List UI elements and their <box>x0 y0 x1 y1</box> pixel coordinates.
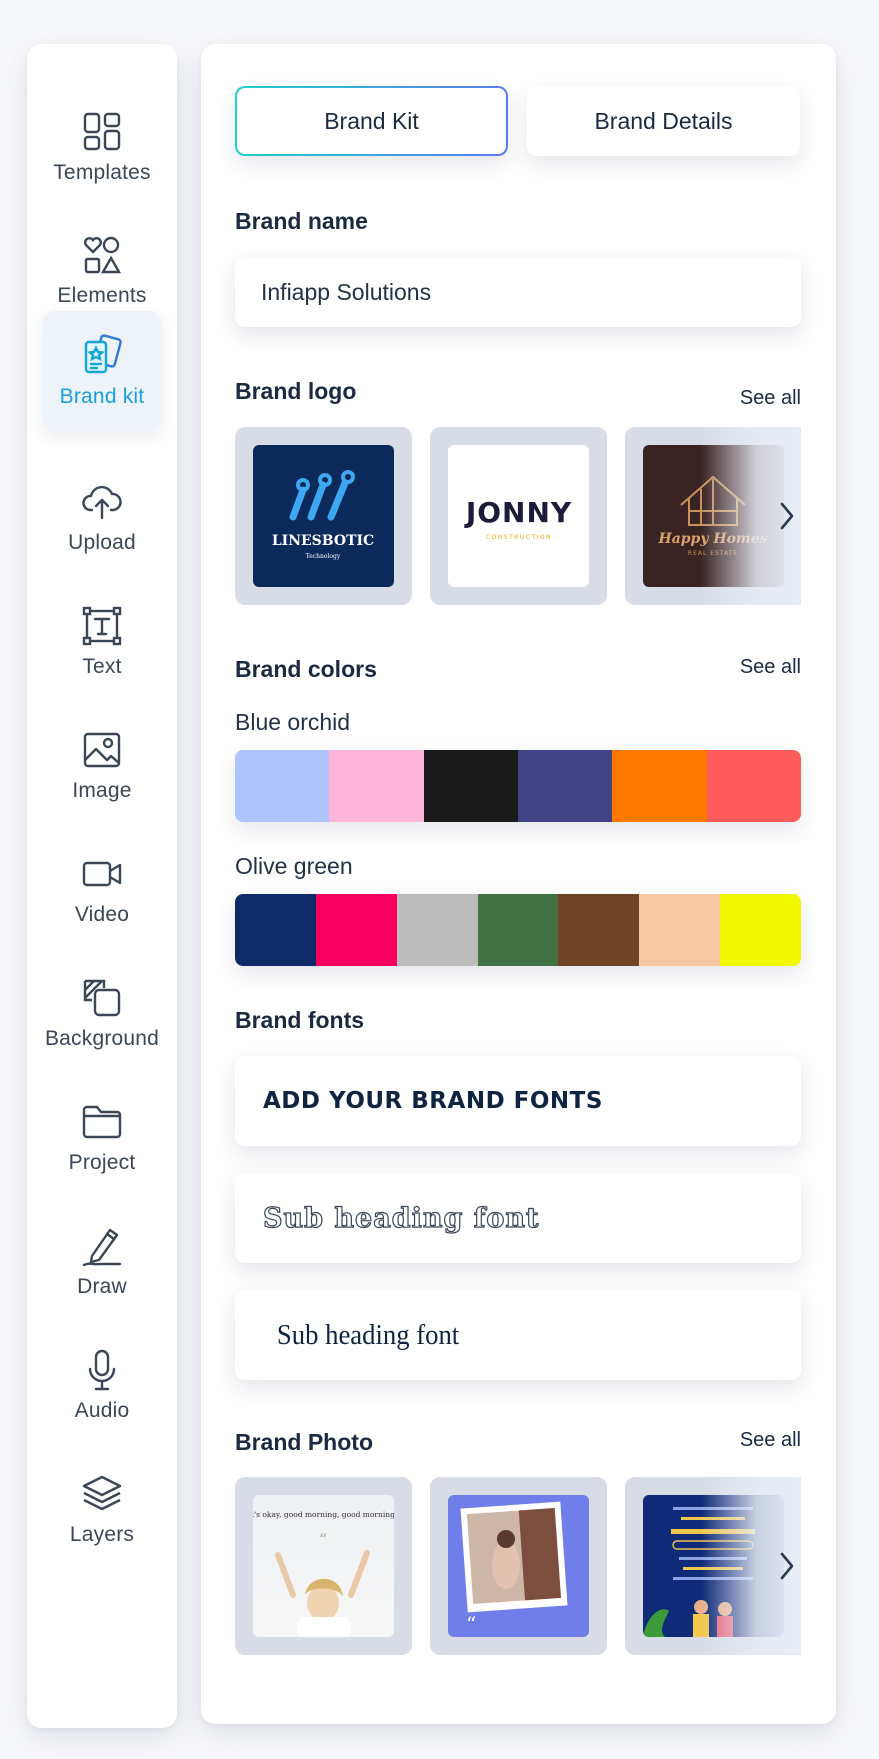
brand-kit-icon <box>79 333 125 379</box>
brand-colors-see-all[interactable]: See all <box>740 656 801 679</box>
brand-logo-tile[interactable]: JONNY CONSTRUCTION <box>430 427 607 605</box>
layers-icon <box>79 1471 125 1517</box>
photo-window-woman: “ <box>448 1495 589 1637</box>
color-swatch[interactable] <box>706 750 801 822</box>
brand-name-title: Brand name <box>235 208 368 234</box>
sidebar-item-label: Brand kit <box>59 385 145 408</box>
brand-photo-title: Brand Photo <box>235 1429 373 1455</box>
sidebar-item-label: Templates <box>53 161 151 184</box>
brand-colors-title: Brand colors <box>235 656 377 682</box>
sidebar-item-label: Audio <box>74 1399 130 1422</box>
brand-photo-tile[interactable]: “ <box>430 1477 607 1655</box>
sidebar-item-label: Project <box>68 1151 136 1174</box>
sidebar-item-label: Elements <box>57 284 147 307</box>
brand-photo-carousel: It's okay, good morning, good morning! “ <box>235 1477 801 1655</box>
color-swatch[interactable] <box>517 750 613 822</box>
color-swatch[interactable] <box>329 750 424 822</box>
color-swatch[interactable] <box>558 894 640 966</box>
svg-text:“: “ <box>466 1612 476 1636</box>
brand-kit-panel: Brand Kit Brand Details Brand name Infia… <box>201 44 836 1724</box>
color-swatch[interactable] <box>639 894 721 966</box>
color-swatch[interactable] <box>235 750 330 822</box>
color-swatch[interactable] <box>315 894 397 966</box>
svg-text:It's okay, good morning, good: It's okay, good morning, good morning! <box>253 1510 394 1519</box>
brand-logo-carousel: LINESBOTIC Technology JONNY CONSTRUCTION <box>235 427 801 605</box>
brand-logo-see-all[interactable]: See all <box>740 387 801 410</box>
brand-font-subheading[interactable]: Sub heading font <box>235 1173 801 1263</box>
tab-brand-details[interactable]: Brand Details <box>527 86 800 156</box>
sidebar-item-layers[interactable]: Layers <box>43 1450 161 1568</box>
color-swatch[interactable] <box>396 894 478 966</box>
sidebar-item-image[interactable]: Image <box>43 706 161 824</box>
sidebar-item-video[interactable]: Video <box>43 830 161 948</box>
sidebar-item-label: Background <box>44 1027 160 1050</box>
font-sample: Sub heading font <box>262 1202 540 1234</box>
svg-text:“: “ <box>319 1530 327 1549</box>
sidebar-item-label: Text <box>82 655 122 678</box>
tab-brand-kit[interactable]: Brand Kit <box>235 86 508 156</box>
brand-logo-tile[interactable]: LINESBOTIC Technology <box>235 427 412 605</box>
sidebar-item-background[interactable]: Background <box>43 954 161 1072</box>
sidebar-item-label: Layers <box>69 1523 135 1546</box>
color-swatch[interactable] <box>477 894 559 966</box>
svg-text:LINESBOTIC: LINESBOTIC <box>272 533 374 549</box>
palette-name: Blue orchid <box>235 709 351 735</box>
svg-text:Technology: Technology <box>306 553 341 560</box>
sidebar-item-upload[interactable]: Upload <box>43 458 161 576</box>
image-icon <box>79 727 125 773</box>
brand-photo-tile[interactable]: It's okay, good morning, good morning! “ <box>235 1477 412 1655</box>
sidebar-item-label: Upload <box>68 531 136 554</box>
microphone-icon <box>79 1347 125 1393</box>
sidebar-item-label: Draw <box>77 1275 127 1298</box>
linesbotic-logo: LINESBOTIC Technology <box>253 445 394 587</box>
color-swatch[interactable] <box>612 750 707 822</box>
upload-cloud-icon <box>79 479 125 525</box>
brand-logo-title: Brand logo <box>235 378 357 404</box>
brand-photo-see-all[interactable]: See all <box>740 1429 801 1452</box>
brand-name-input[interactable]: Infiapp Solutions <box>235 257 801 327</box>
svg-text:CONSTRUCTION: CONSTRUCTION <box>486 534 552 541</box>
color-swatch[interactable] <box>235 894 316 966</box>
text-icon <box>79 603 125 649</box>
video-icon <box>79 851 125 897</box>
sidebar-item-label: Image <box>72 779 132 802</box>
chevron-right-icon[interactable] <box>773 1541 801 1591</box>
palette-name: Olive green <box>235 853 353 879</box>
templates-icon <box>79 109 125 155</box>
folder-icon <box>79 1099 125 1145</box>
sidebar-item-audio[interactable]: Audio <box>43 1326 161 1444</box>
background-icon <box>79 975 125 1021</box>
sidebar-item-label: Video <box>74 903 130 926</box>
palette-blue-orchid[interactable] <box>235 750 801 822</box>
sidebar-item-templates[interactable]: Templates <box>43 88 161 206</box>
palette-olive-green[interactable] <box>235 894 801 966</box>
sidebar-item-brand-kit[interactable]: Brand kit <box>43 311 161 431</box>
pen-icon <box>79 1223 125 1269</box>
svg-text:JONNY: JONNY <box>464 496 572 529</box>
font-sample: Sub heading font <box>276 1318 460 1351</box>
font-sample: ADD YOUR BRAND FONTS <box>263 1088 603 1114</box>
color-swatch[interactable] <box>423 750 518 822</box>
sidebar: Templates Elements Brand kit Upload Text… <box>27 44 177 1728</box>
color-swatch[interactable] <box>720 894 801 966</box>
chevron-right-icon[interactable] <box>773 491 801 541</box>
sidebar-item-draw[interactable]: Draw <box>43 1202 161 1320</box>
brand-font-heading[interactable]: ADD YOUR BRAND FONTS <box>235 1056 801 1146</box>
elements-icon <box>79 232 125 278</box>
jonny-logo: JONNY CONSTRUCTION <box>448 445 589 587</box>
photo-morning-woman: It's okay, good morning, good morning! “ <box>253 1495 394 1637</box>
brand-fonts-title: Brand fonts <box>235 1007 365 1033</box>
sidebar-item-text[interactable]: Text <box>43 582 161 700</box>
sidebar-item-project[interactable]: Project <box>43 1078 161 1196</box>
brand-font-subheading-2[interactable]: Sub heading font <box>235 1290 801 1380</box>
